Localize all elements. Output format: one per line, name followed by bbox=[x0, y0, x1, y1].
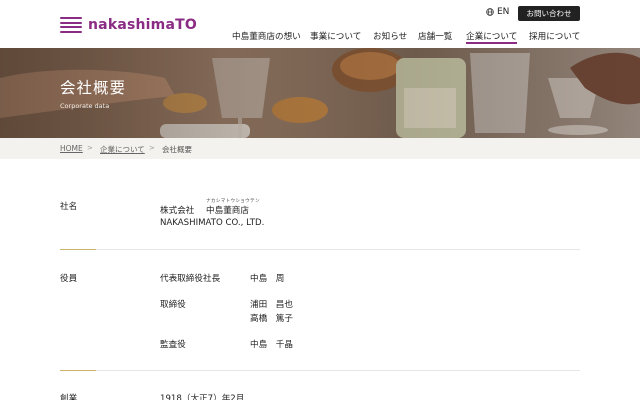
language-switch[interactable]: EN bbox=[486, 7, 509, 17]
officer-name: 中島 周 bbox=[250, 274, 285, 284]
nav-item-recruit[interactable]: 採用について bbox=[529, 30, 580, 42]
nav-item-news[interactable]: お知らせ bbox=[373, 30, 407, 42]
officer-role: 代表取締役社長 bbox=[160, 274, 221, 284]
founded-value: 1918（大正7）年2月 bbox=[160, 394, 245, 400]
officer-name: 中島 千晶 bbox=[250, 340, 293, 350]
nav-item-philosophy[interactable]: 中島董商店の想い bbox=[232, 30, 301, 42]
company-name-prefix: 株式会社 bbox=[160, 206, 195, 216]
nav-active-indicator bbox=[466, 42, 517, 44]
company-name-en: NAKASHIMATO CO., LTD. bbox=[160, 218, 265, 228]
section-divider bbox=[60, 370, 580, 371]
breadcrumb-parent[interactable]: 企業について bbox=[100, 144, 145, 155]
company-name-label: 社名 bbox=[60, 202, 78, 212]
founded-label: 創業 bbox=[60, 394, 78, 400]
company-name-main: 中島董商店 bbox=[206, 206, 249, 216]
breadcrumb-current: 会社概要 bbox=[162, 145, 192, 154]
hero-banner: 会社概要 Corporate data bbox=[0, 48, 640, 138]
page-subtitle: Corporate data bbox=[60, 102, 110, 110]
site-header: nakashimaTO EN お問い合わせ 中島董商店の想い 事業について お知… bbox=[0, 0, 640, 48]
nav-item-business[interactable]: 事業について bbox=[310, 30, 361, 42]
officers-label: 役員 bbox=[60, 274, 78, 284]
officer-name: 高橋 篤子 bbox=[250, 314, 293, 324]
page-title: 会社概要 bbox=[60, 79, 127, 97]
globe-icon bbox=[486, 8, 494, 16]
officer-name: 浦田 昌也 bbox=[250, 300, 293, 310]
main-nav: 中島董商店の想い 事業について お知らせ 店舗一覧 企業について 採用について bbox=[0, 30, 640, 44]
section-divider bbox=[60, 249, 580, 250]
breadcrumb: HOME > 企業について > 会社概要 bbox=[0, 138, 640, 159]
nav-item-company[interactable]: 企業について bbox=[466, 30, 517, 42]
language-label: EN bbox=[497, 7, 510, 17]
nav-item-stores[interactable]: 店舗一覧 bbox=[418, 30, 452, 42]
breadcrumb-home[interactable]: HOME bbox=[60, 144, 83, 153]
officer-role: 監査役 bbox=[160, 340, 186, 350]
breadcrumb-separator-icon: > bbox=[87, 144, 93, 152]
officer-role: 取締役 bbox=[160, 300, 186, 310]
contact-button[interactable]: お問い合わせ bbox=[518, 6, 580, 21]
breadcrumb-separator-icon: > bbox=[149, 144, 155, 152]
